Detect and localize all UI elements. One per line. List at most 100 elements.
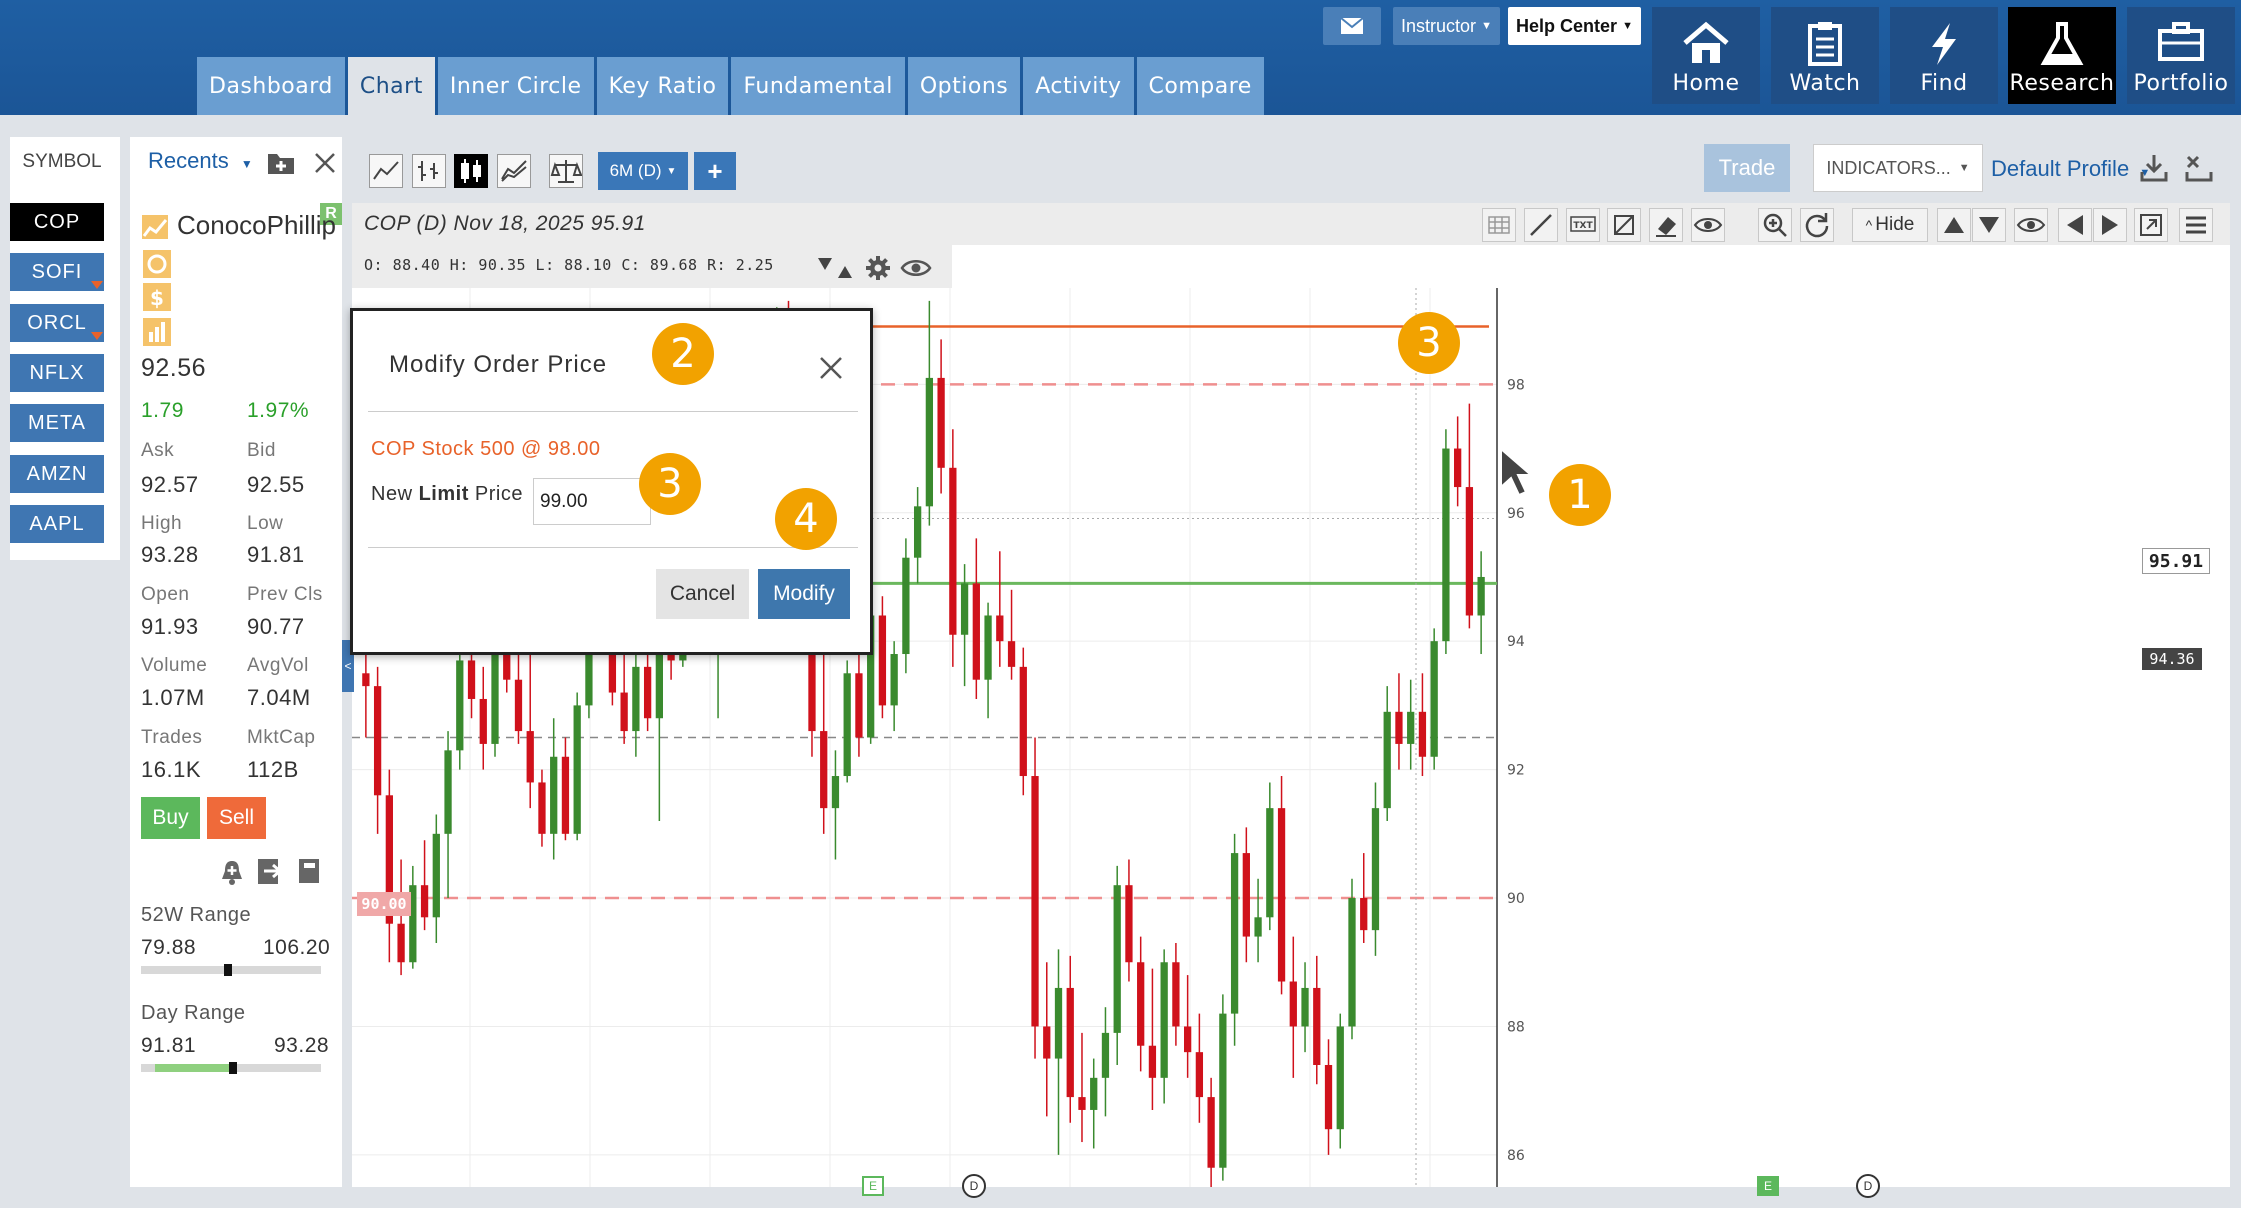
tab-fundamental[interactable]: Fundamental (731, 57, 905, 115)
sell-button[interactable]: Sell (207, 797, 266, 839)
tab-options[interactable]: Options (907, 57, 1021, 115)
dollar-icon[interactable]: $ (143, 283, 171, 311)
symbol-item-meta[interactable]: META (10, 404, 104, 442)
candle-body[interactable] (432, 833, 440, 918)
candle-body[interactable] (843, 673, 851, 777)
download-icon[interactable] (2138, 152, 2170, 184)
tab-activity[interactable]: Activity (1023, 57, 1134, 115)
candle-body[interactable] (1101, 1032, 1110, 1078)
symbol-item-amzn[interactable]: AMZN (10, 455, 104, 493)
candle-body[interactable] (1078, 1097, 1086, 1110)
nav-find[interactable]: Find (1890, 7, 1998, 104)
settings-gear-icon[interactable] (864, 254, 892, 282)
candle-body[interactable] (1184, 1026, 1192, 1053)
candle-body[interactable] (1360, 898, 1368, 931)
candle-body[interactable] (913, 506, 922, 558)
candle-body[interactable] (1442, 448, 1450, 642)
symbol-item-sofi[interactable]: SOFI (10, 253, 104, 291)
candle-body[interactable] (890, 654, 898, 706)
scroll-right-button[interactable] (2093, 208, 2127, 242)
eye-icon[interactable] (900, 256, 932, 280)
tab-key-ratio[interactable]: Key Ratio (596, 57, 729, 115)
candle-body[interactable] (1066, 987, 1074, 1098)
candle-body[interactable] (984, 615, 992, 680)
candle-body[interactable] (1219, 1013, 1227, 1168)
candle-body[interactable] (373, 686, 382, 796)
export-icon[interactable] (256, 856, 284, 886)
menu-button[interactable] (2179, 208, 2213, 242)
candle-body[interactable] (960, 583, 969, 635)
candle-body[interactable] (444, 750, 452, 834)
candle-body[interactable] (550, 756, 558, 834)
candle-body[interactable] (1277, 808, 1286, 982)
notebook-icon[interactable] (296, 857, 322, 885)
circle-icon[interactable] (143, 250, 171, 278)
candle-body[interactable] (632, 666, 640, 732)
candle-body[interactable] (1313, 987, 1321, 1065)
line-chart-button[interactable] (369, 154, 403, 188)
mail-button[interactable] (1323, 7, 1381, 45)
candle-body[interactable] (420, 885, 429, 918)
candle-body[interactable] (949, 467, 957, 635)
candle-body[interactable] (972, 583, 980, 680)
candle-body[interactable] (538, 782, 546, 834)
add-folder-icon[interactable] (266, 150, 296, 176)
candle-body[interactable] (1465, 487, 1474, 616)
instructor-dropdown[interactable]: Instructor ▼ (1393, 7, 1500, 45)
candle-body[interactable] (1195, 1052, 1204, 1098)
popout-button[interactable] (2134, 208, 2168, 242)
tab-dashboard[interactable]: Dashboard (197, 57, 345, 115)
earnings-marker[interactable]: E (862, 1176, 884, 1196)
candle-body[interactable] (1043, 1026, 1051, 1059)
candle-body[interactable] (573, 705, 581, 834)
candle-body[interactable] (925, 377, 934, 507)
candle-body[interactable] (514, 679, 523, 732)
rectangle-tool[interactable] (1607, 208, 1641, 242)
candle-body[interactable] (1407, 711, 1415, 744)
add-alert-icon[interactable] (219, 858, 245, 886)
move-up-button[interactable] (1937, 208, 1971, 242)
candle-body[interactable] (1266, 808, 1274, 918)
symbol-item-aapl[interactable]: AAPL (10, 505, 104, 543)
indicators-dropdown[interactable]: INDICATORS... ▼ (1813, 144, 1983, 192)
candle-body[interactable] (397, 923, 405, 963)
range-dropdown[interactable]: 6M (D) ▼ (598, 152, 688, 190)
candle-body[interactable] (1125, 885, 1133, 963)
hide-toggle[interactable]: ^ Hide (1852, 208, 1928, 242)
nav-portfolio[interactable]: Portfolio (2127, 7, 2235, 104)
candle-body[interactable] (1207, 1097, 1215, 1168)
eraser-tool[interactable] (1649, 208, 1683, 242)
scroll-left-button[interactable] (2058, 208, 2092, 242)
sort-toggle[interactable] (816, 254, 856, 282)
candle-body[interactable] (1137, 962, 1145, 1046)
candle-body[interactable] (1324, 1064, 1333, 1130)
candle-body[interactable] (1148, 1045, 1157, 1078)
tab-inner-circle[interactable]: Inner Circle (437, 57, 594, 115)
earnings-marker[interactable]: E (1757, 1176, 1779, 1196)
trendline-tool[interactable] (1524, 208, 1558, 242)
nav-watch[interactable]: Watch (1771, 7, 1879, 104)
text-tool[interactable]: TXT (1566, 208, 1600, 242)
area-chart-button[interactable] (497, 154, 531, 188)
zoom-in-button[interactable] (1758, 208, 1792, 242)
candle-body[interactable] (1371, 808, 1380, 931)
candle-body[interactable] (1418, 711, 1427, 757)
candle-body[interactable] (855, 673, 863, 738)
symbol-item-nflx[interactable]: NFLX (10, 354, 104, 392)
add-button[interactable]: + (694, 152, 736, 190)
candle-body[interactable] (491, 641, 499, 744)
candle-body[interactable] (479, 698, 487, 744)
tab-compare[interactable]: Compare (1136, 57, 1264, 115)
nav-home[interactable]: Home (1652, 7, 1760, 104)
visibility-button[interactable] (2014, 208, 2048, 242)
candle-body[interactable] (1395, 711, 1403, 744)
profile-dropdown[interactable]: Default Profile ▼ (1991, 156, 2150, 182)
candle-body[interactable] (1430, 641, 1438, 757)
candle-body[interactable] (1090, 1077, 1098, 1110)
candle-body[interactable] (1383, 711, 1391, 809)
candle-body[interactable] (362, 673, 370, 687)
dividend-marker[interactable]: D (1856, 1174, 1880, 1198)
buy-button[interactable]: Buy (141, 797, 200, 839)
candle-body[interactable] (1477, 576, 1485, 616)
order-price-tag[interactable]: 90.00 (357, 892, 411, 916)
